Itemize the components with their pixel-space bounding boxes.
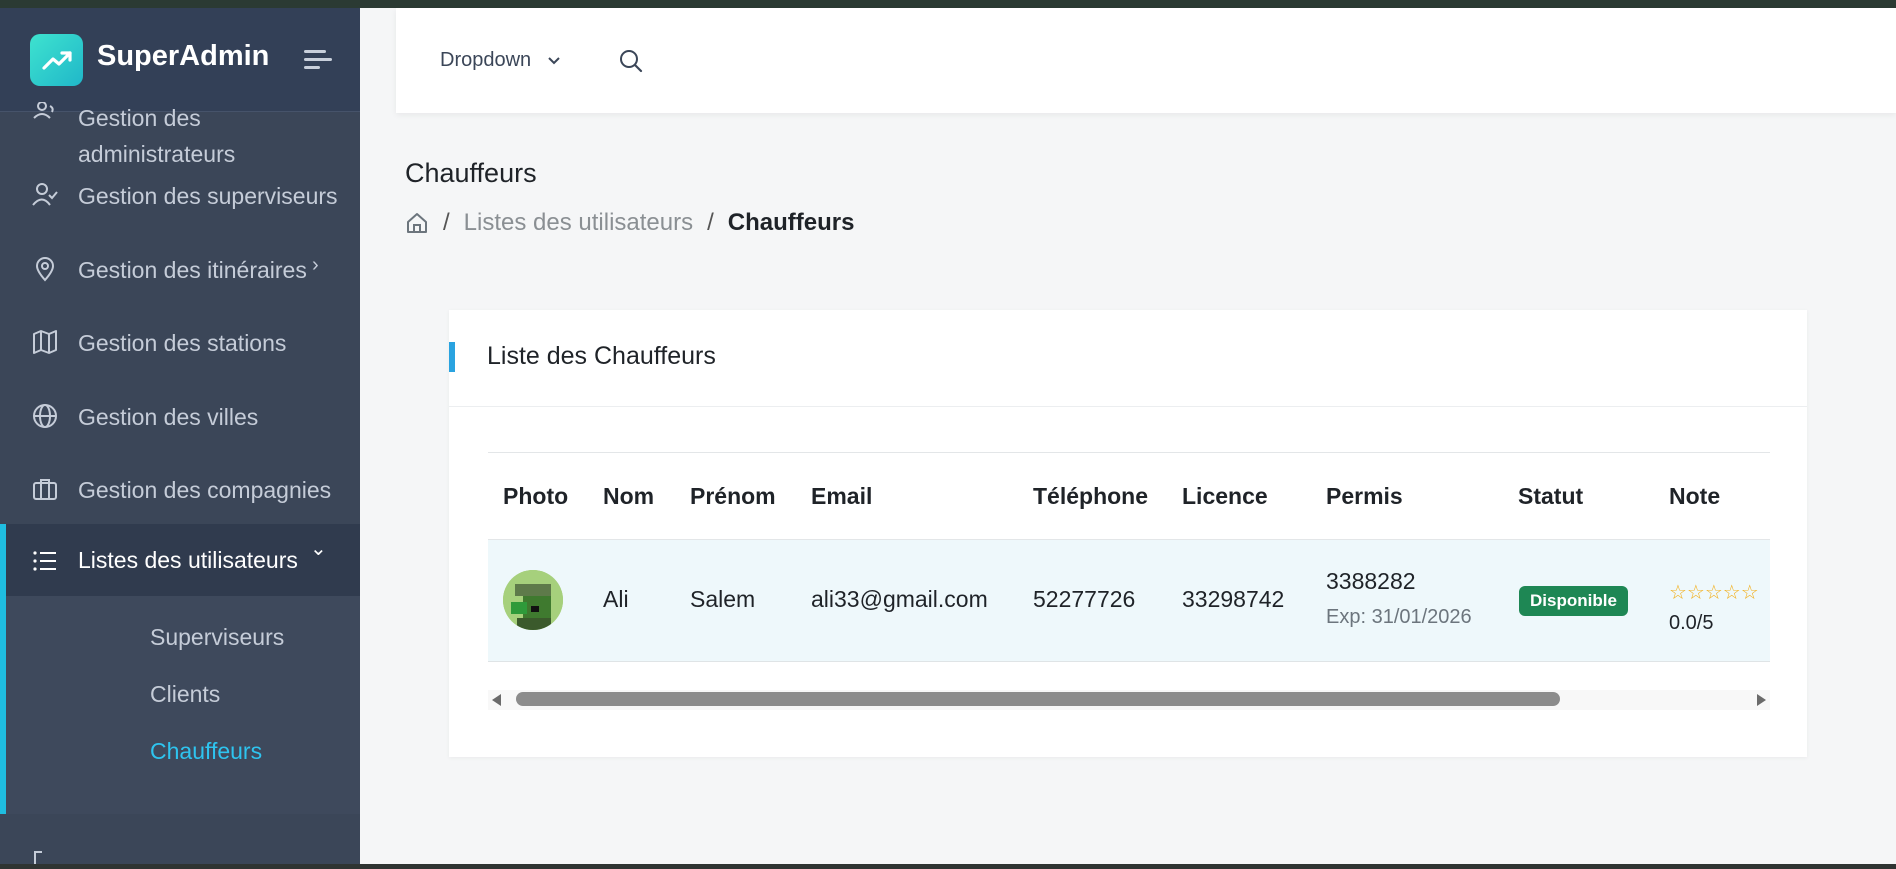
cell-licence: 33298742 [1182,586,1285,612]
breadcrumb: / Listes des utilisateurs / Chauffeurs [405,208,854,238]
cell-permis-expiration: Exp: 31/01/2026 [1326,606,1472,628]
rating-stars-icon: ☆☆☆☆☆ [1669,582,1759,604]
submenu-item-clients[interactable]: Clients [150,681,220,708]
briefcase-icon [33,479,57,500]
sidebar-item-superviseurs[interactable]: Gestion des superviseurs [0,176,360,236]
list-icon [33,551,56,571]
scroll-right-arrow-icon[interactable] [1757,694,1766,706]
sidebar-item-villes[interactable]: Gestion des villes [0,397,360,457]
driver-photo [503,570,563,630]
page-title: Chauffeurs [405,158,537,188]
sidebar-item-itineraires[interactable]: Gestion des itinéraires › [0,250,360,310]
sidebar-item-label: Gestion des stations [78,330,287,356]
cell-email: ali33@gmail.com [811,586,988,612]
sidebar: SuperAdmin Gestion des administrateurs G… [0,8,360,864]
top-header: Dropdown [396,8,1896,113]
sidebar-item-label: Gestion des villes [78,404,259,430]
sidebar-item-next-partial[interactable] [0,846,360,864]
breadcrumb-separator: / [443,209,450,236]
table-horizontal-scrollbar[interactable] [488,690,1770,710]
window-bottom-strip [0,864,1896,869]
scrollbar-thumb[interactable] [516,692,1560,706]
sidebar-item-administrateurs[interactable]: Gestion des administrateurs [0,102,360,182]
home-icon[interactable] [405,211,429,235]
chevron-right-icon: › [312,254,319,276]
search-icon[interactable] [618,48,644,74]
breadcrumb-separator: / [707,209,714,236]
scroll-left-arrow-icon[interactable] [492,694,501,706]
column-header-permis: Permis [1326,483,1403,509]
column-header-telephone: Téléphone [1033,483,1149,509]
sidebar-item-label: Gestion des compagnies [78,477,332,503]
sidebar-item-label: Gestion des itinéraires [78,257,307,283]
sidebar-toggle-button[interactable] [304,50,332,72]
submenu-item-superviseurs[interactable]: Superviseurs [150,624,284,651]
card-title: Liste des Chauffeurs [487,342,716,370]
avatar [503,570,563,630]
user-check-icon [32,183,58,206]
submenu-item-chauffeurs[interactable]: Chauffeurs [150,738,262,765]
dropdown-label: Dropdown [440,49,532,71]
chauffeurs-card: Liste des Chauffeurs Photo Nom Prénom Em… [449,310,1807,757]
chevron-down-icon: ⌄ [310,538,327,560]
brand-header: SuperAdmin [0,8,360,112]
column-header-prenom: Prénom [690,483,776,509]
column-header-licence: Licence [1182,483,1268,509]
map-pin-icon [35,257,55,282]
window-top-strip [0,0,1896,8]
sidebar-item-listes-utilisateurs[interactable]: Listes des utilisateurs ⌄ [0,538,360,592]
users-icon [33,102,54,119]
table-row[interactable]: Ali Salem ali33@gmail.com 52277726 33298… [488,540,1770,662]
globe-icon [33,404,57,428]
brand-logo[interactable] [30,34,83,86]
card-divider [449,406,1807,407]
logout-icon [34,851,42,864]
sidebar-item-label: Gestion des administrateurs [78,105,236,167]
column-header-email: Email [811,483,873,509]
sidebar-item-stations[interactable]: Gestion des stations [0,323,360,383]
sidebar-item-label: Gestion des superviseurs [78,183,338,209]
map-icon [33,330,57,354]
cell-prenom: Salem [690,586,756,612]
column-header-photo: Photo [503,483,569,509]
chauffeurs-table: Photo Nom Prénom Email Téléphone Licence… [488,452,1770,664]
brand-name: SuperAdmin [97,40,270,72]
chevron-down-icon [548,56,560,64]
column-header-note: Note [1669,483,1721,509]
cell-nom: Ali [603,586,629,612]
column-header-nom: Nom [603,483,655,509]
cell-permis: 3388282 [1326,568,1416,594]
breadcrumb-current: Chauffeurs [727,209,855,236]
card-title-accent [449,342,455,372]
cell-note: 0.0/5 [1669,612,1714,634]
breadcrumb-listes-utilisateurs[interactable]: Listes des utilisateurs [464,209,693,237]
column-header-statut: Statut [1518,483,1584,509]
header-dropdown[interactable]: Dropdown [440,49,561,72]
table-header: Photo Nom Prénom Email Téléphone Licence… [488,452,1770,540]
sidebar-item-label: Listes des utilisateurs [78,547,298,573]
status-badge: Disponible [1519,586,1628,616]
trending-up-icon [41,51,72,70]
cell-telephone: 52277726 [1033,586,1136,612]
sidebar-item-compagnies[interactable]: Gestion des compagnies [0,470,360,530]
